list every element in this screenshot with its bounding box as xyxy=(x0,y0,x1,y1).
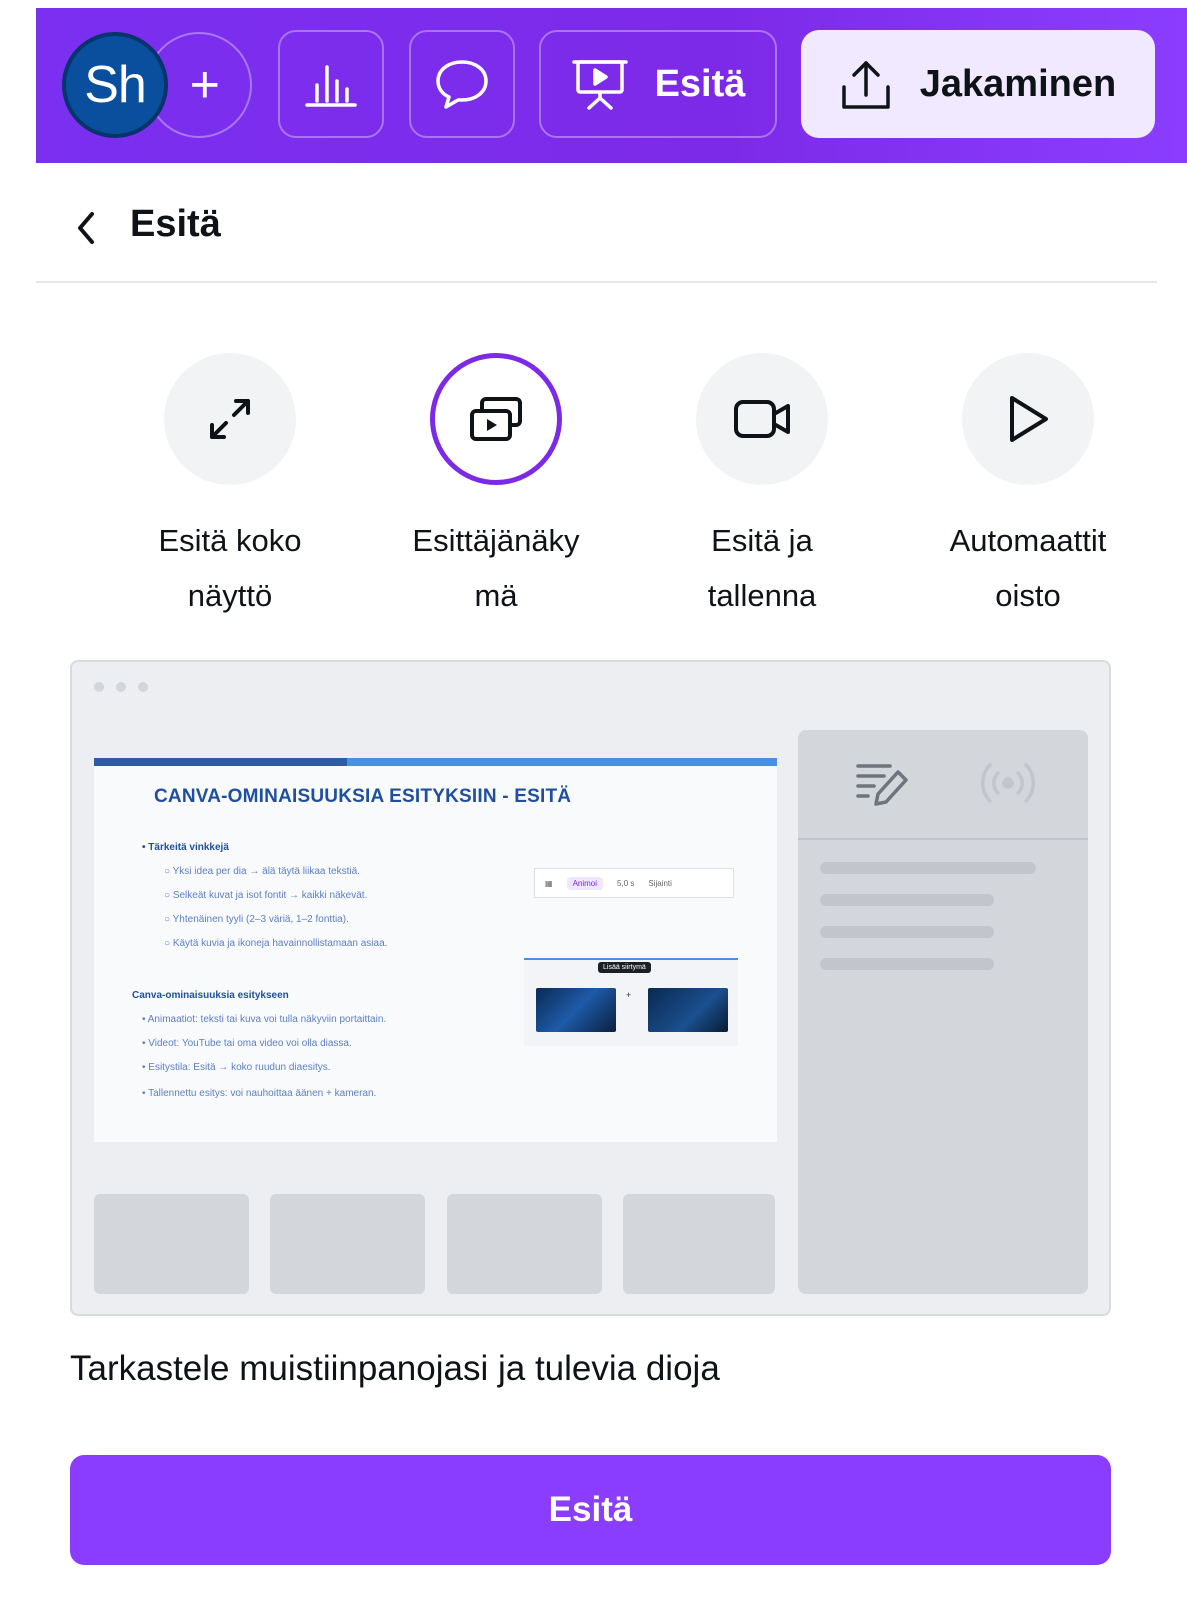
presenter-view-preview: CANVA-OMINAISUUKSIA ESITYKSIIN - ESITÄ •… xyxy=(70,660,1111,1316)
slide-feature: • Animaatiot: teksti tai kuva voi tulla … xyxy=(142,1014,387,1025)
mini-slide-thumbnail xyxy=(536,988,616,1032)
option-present-and-record-circle xyxy=(696,353,828,485)
option-autoplay-label: Automaattit oisto xyxy=(949,523,1107,613)
option-present-and-record[interactable]: Esitä ja tallenna xyxy=(642,353,882,623)
editor-toolbar: + Sh Esitä Jakaminen xyxy=(36,8,1187,163)
slide-mini-toolbar: ▦ Animoi 5,0 s Sijainti xyxy=(534,868,734,898)
slide-accent-bar xyxy=(347,758,777,766)
upcoming-slide-placeholder xyxy=(270,1194,425,1294)
option-presenter-view-label: Esittäjänäky mä xyxy=(412,523,580,613)
notes-placeholder-line xyxy=(820,958,994,970)
broadcast-icon xyxy=(981,763,1035,803)
slide-accent-bar xyxy=(94,758,347,766)
notes-pencil-icon xyxy=(856,764,908,806)
present-toolbar-button[interactable]: Esitä xyxy=(539,30,777,138)
present-panel: Esitä Esitä koko näyttö Esittäjänäky mä … xyxy=(36,163,1157,1608)
share-upload-icon xyxy=(842,61,890,109)
window-dot xyxy=(116,682,126,692)
option-presenter-view[interactable]: Esittäjänäky mä xyxy=(376,353,616,623)
option-presenter-view-circle xyxy=(430,353,562,485)
mini-position: Sijainti xyxy=(648,878,672,888)
slide-bullet: ○ Yksi idea per dia → älä täytä liikaa t… xyxy=(164,866,360,877)
window-dot xyxy=(94,682,104,692)
upcoming-slide-placeholder xyxy=(94,1194,249,1294)
play-icon xyxy=(1010,396,1048,442)
share-button[interactable]: Jakaminen xyxy=(801,30,1155,138)
presenter-view-icon xyxy=(470,397,522,441)
mini-plus-icon: + xyxy=(626,990,632,1000)
option-fullscreen-label: Esitä koko näyttö xyxy=(158,523,302,613)
notes-sidebar-preview xyxy=(798,730,1088,1294)
present-button-label: Esitä xyxy=(548,1490,633,1529)
share-label: Jakaminen xyxy=(919,62,1117,105)
notes-placeholder-line xyxy=(820,862,1036,874)
window-dot xyxy=(138,682,148,692)
option-autoplay[interactable]: Automaattit oisto xyxy=(908,353,1148,623)
slide-transition-card: Lisää siirtymä + xyxy=(524,958,738,1046)
collaborators-group: + Sh xyxy=(62,32,252,138)
upcoming-slide-placeholder xyxy=(623,1194,775,1294)
option-present-and-record-label: Esitä ja tallenna xyxy=(707,523,817,613)
slide-feature: • Esitystila: Esitä → koko ruudun diaesi… xyxy=(142,1062,331,1073)
panel-header: Esitä xyxy=(36,163,1157,283)
slide-bullet-heading: • Tärkeitä vinkkejä xyxy=(142,842,229,853)
present-toolbar-label: Esitä xyxy=(654,62,746,105)
slide-feature: • Tallennettu esitys: voi nauhoittaa ään… xyxy=(142,1088,377,1099)
slide-bullet: ○ Käytä kuvia ja ikoneja havainnollistam… xyxy=(164,938,388,949)
slide-title: CANVA-OMINAISUUKSIA ESITYKSIIN - ESITÄ xyxy=(154,786,572,807)
insights-button[interactable] xyxy=(278,30,384,138)
option-autoplay-circle xyxy=(962,353,1094,485)
slide-features-heading: Canva-ominaisuuksia esitykseen xyxy=(132,990,289,1001)
comment-button[interactable] xyxy=(409,30,515,138)
present-options: Esitä koko näyttö Esittäjänäky mä Esitä … xyxy=(76,353,1136,613)
avatar[interactable]: Sh xyxy=(62,32,168,138)
chevron-left-icon xyxy=(78,212,94,244)
panel-title: Esitä xyxy=(130,203,221,245)
notes-placeholder-line xyxy=(820,926,994,938)
notes-sidebar-tabs xyxy=(798,730,1088,840)
notes-placeholder-line xyxy=(820,894,994,906)
mini-duration: 5,0 s xyxy=(617,878,635,888)
expand-arrows-icon xyxy=(210,399,250,439)
comment-icon xyxy=(436,60,488,109)
back-button[interactable] xyxy=(74,203,110,253)
present-button[interactable]: Esitä xyxy=(70,1455,1111,1565)
present-icon xyxy=(571,60,628,110)
slide-bullet: ○ Selkeät kuvat ja isot fontit → kaikki … xyxy=(164,890,368,901)
mini-animate-pill: Animoi xyxy=(566,876,604,890)
upcoming-slide-placeholder xyxy=(447,1194,602,1294)
option-fullscreen-circle xyxy=(164,353,296,485)
avatar-initials: Sh xyxy=(84,56,147,114)
preview-slide: CANVA-OMINAISUUKSIA ESITYKSIIN - ESITÄ •… xyxy=(94,758,777,1142)
mini-grid-icon: ▦ xyxy=(545,878,553,888)
plus-icon: + xyxy=(189,56,220,114)
slide-feature: • Videot: YouTube tai oma video voi olla… xyxy=(142,1038,352,1049)
mini-transition-tag: Lisää siirtymä xyxy=(598,962,651,973)
option-fullscreen[interactable]: Esitä koko näyttö xyxy=(110,353,350,623)
slide-bullet: ○ Yhtenäinen tyyli (2–3 väriä, 1–2 fontt… xyxy=(164,914,349,925)
mini-slide-thumbnail xyxy=(648,988,728,1032)
option-description: Tarkastele muistiinpanojasi ja tulevia d… xyxy=(70,1349,720,1388)
video-camera-icon xyxy=(734,400,790,438)
insights-icon xyxy=(305,65,357,107)
